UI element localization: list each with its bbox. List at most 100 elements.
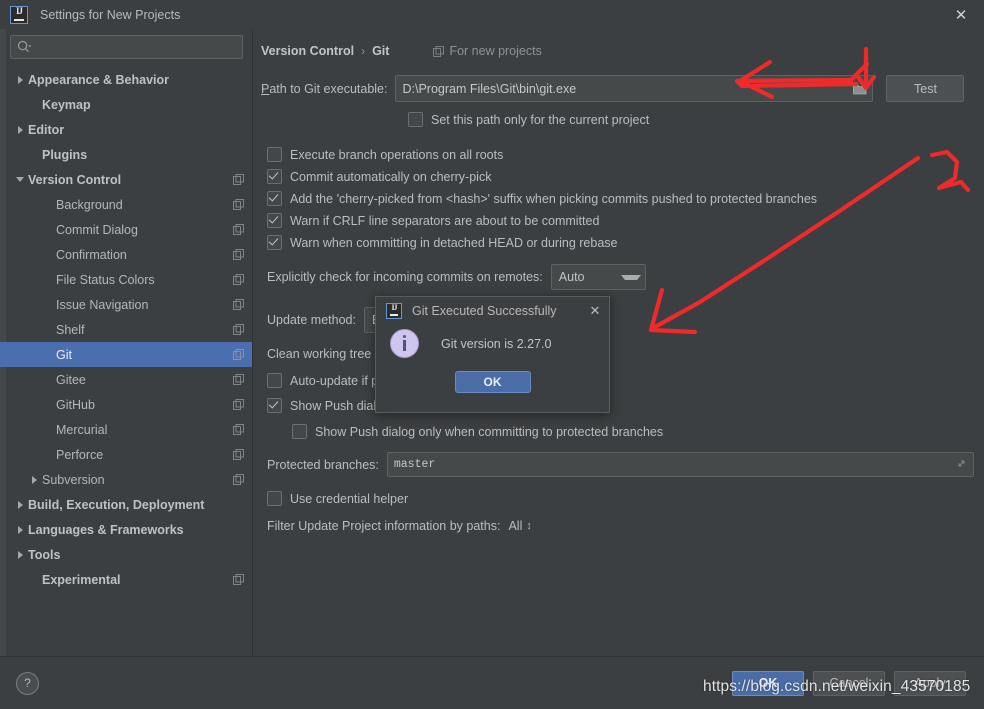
- filter-update-label: Filter Update Project information by pat…: [267, 519, 501, 533]
- sidebar-item-plugins[interactable]: Plugins: [0, 142, 252, 167]
- use-credential-helper-checkbox[interactable]: [267, 491, 282, 506]
- dialog-title: Git Executed Successfully: [412, 304, 557, 318]
- incoming-commits-row: Explicitly check for incoming commits on…: [261, 264, 974, 290]
- chevron-right-icon[interactable]: [12, 125, 28, 134]
- option-label: Execute branch operations on all roots: [290, 147, 504, 162]
- option-row[interactable]: Execute branch operations on all roots: [267, 144, 974, 165]
- dialog-titlebar: Git Executed Successfully ✕: [376, 297, 609, 325]
- chevron-down-icon[interactable]: [12, 177, 28, 182]
- sidebar-item-github[interactable]: GitHub: [0, 392, 252, 417]
- dialog-close-icon[interactable]: ✕: [585, 301, 605, 321]
- copy-icon[interactable]: [233, 349, 244, 360]
- sidebar-item-commit-dialog[interactable]: Commit Dialog: [0, 217, 252, 242]
- sidebar-item-label: Issue Navigation: [56, 297, 149, 312]
- copy-icon[interactable]: [233, 199, 244, 210]
- sidebar-item-label: Confirmation: [56, 247, 127, 262]
- show-push-protected-checkbox[interactable]: [292, 424, 307, 439]
- help-button[interactable]: ?: [16, 671, 39, 695]
- incoming-commits-select[interactable]: Auto: [550, 264, 646, 290]
- sidebar-item-build-execution-deployment[interactable]: Build, Execution, Deployment: [0, 492, 252, 517]
- sidebar-item-label: Version Control: [28, 172, 122, 187]
- option-checkbox[interactable]: [267, 147, 282, 162]
- breadcrumb-parent[interactable]: Version Control: [261, 44, 354, 58]
- search-input[interactable]: [32, 36, 236, 58]
- sidebar-item-gitee[interactable]: Gitee: [0, 367, 252, 392]
- option-row[interactable]: Add the 'cherry-picked from <hash>' suff…: [267, 188, 974, 209]
- footer-cancel-button[interactable]: Cancel: [813, 670, 885, 696]
- use-credential-helper-label: Use credential helper: [290, 491, 409, 506]
- sidebar-item-tools[interactable]: Tools: [0, 542, 252, 567]
- option-row[interactable]: Warn when committing in detached HEAD or…: [267, 232, 974, 253]
- chevron-right-icon[interactable]: [12, 500, 28, 509]
- sidebar-item-label: Subversion: [42, 472, 105, 487]
- option-checkbox[interactable]: [267, 169, 282, 184]
- clean-working-tree-label: Clean working tree: [267, 347, 372, 361]
- option-checkbox[interactable]: [267, 191, 282, 206]
- option-row[interactable]: Commit automatically on cherry-pick: [267, 166, 974, 187]
- auto-update-checkbox[interactable]: [267, 373, 282, 388]
- show-push-dialog-label: Show Push dialo: [290, 398, 384, 413]
- intellij-idea-logo-icon: [10, 5, 28, 24]
- sidebar-item-experimental[interactable]: Experimental: [0, 567, 252, 592]
- sidebar-item-issue-navigation[interactable]: Issue Navigation: [0, 292, 252, 317]
- copy-icon[interactable]: [233, 374, 244, 385]
- dialog-ok-button[interactable]: OK: [454, 371, 531, 393]
- sidebar-item-label: Mercurial: [56, 422, 108, 437]
- protected-branches-value: master: [393, 458, 436, 471]
- chevron-right-icon[interactable]: [26, 475, 42, 484]
- option-row[interactable]: Warn if CRLF line separators are about t…: [267, 210, 974, 231]
- sidebar-item-mercurial[interactable]: Mercurial: [0, 417, 252, 442]
- show-push-dialog-row[interactable]: Show Push dialo: [261, 395, 974, 416]
- test-button[interactable]: Test: [886, 75, 965, 102]
- option-label: Warn when committing in detached HEAD or…: [290, 235, 618, 250]
- option-checkbox[interactable]: [267, 213, 282, 228]
- expand-icon[interactable]: [955, 457, 968, 470]
- show-push-protected-row[interactable]: Show Push dialog only when committing to…: [261, 421, 974, 442]
- copy-icon[interactable]: [233, 399, 244, 410]
- copy-icon[interactable]: [233, 274, 244, 285]
- folder-open-icon[interactable]: [849, 77, 872, 100]
- copy-icon[interactable]: [233, 449, 244, 460]
- search-box[interactable]: [10, 35, 243, 59]
- footer-ok-button[interactable]: OK: [732, 670, 804, 696]
- breadcrumb-separator: ›: [361, 44, 366, 58]
- copy-icon[interactable]: [233, 424, 244, 435]
- copy-icon[interactable]: [233, 174, 244, 185]
- sidebar-item-keymap[interactable]: Keymap: [0, 92, 252, 117]
- sidebar-item-appearance-behavior[interactable]: Appearance & Behavior: [0, 67, 252, 92]
- sidebar-item-label: GitHub: [56, 397, 95, 412]
- close-icon[interactable]: ✕: [938, 0, 984, 29]
- protected-branches-label: Protected branches:: [267, 457, 379, 472]
- copy-icon[interactable]: [233, 574, 244, 585]
- copy-icon[interactable]: [233, 224, 244, 235]
- sidebar-item-file-status-colors[interactable]: File Status Colors: [0, 267, 252, 292]
- spinner-updown-icon[interactable]: ↕: [526, 520, 532, 532]
- copy-icon[interactable]: [233, 249, 244, 260]
- chevron-right-icon[interactable]: [12, 550, 28, 559]
- sidebar-item-confirmation[interactable]: Confirmation: [0, 242, 252, 267]
- auto-update-row[interactable]: Auto-update if p: [261, 370, 974, 391]
- copy-icon[interactable]: [233, 324, 244, 335]
- filter-update-value[interactable]: All: [508, 519, 522, 533]
- sidebar-item-editor[interactable]: Editor: [0, 117, 252, 142]
- sidebar-item-git[interactable]: Git: [0, 342, 252, 367]
- copy-icon[interactable]: [233, 474, 244, 485]
- sidebar-item-languages-frameworks[interactable]: Languages & Frameworks: [0, 517, 252, 542]
- sidebar-item-shelf[interactable]: Shelf: [0, 317, 252, 342]
- protected-branches-field[interactable]: master: [386, 452, 974, 477]
- git-executable-field[interactable]: D:\Program Files\Git\bin\git.exe: [395, 75, 874, 102]
- chevron-right-icon[interactable]: [12, 75, 28, 84]
- chevron-right-icon[interactable]: [12, 525, 28, 534]
- show-push-dialog-checkbox[interactable]: [267, 398, 282, 413]
- sidebar-item-subversion[interactable]: Subversion: [0, 467, 252, 492]
- sidebar-item-perforce[interactable]: Perforce: [0, 442, 252, 467]
- sidebar-item-background[interactable]: Background: [0, 192, 252, 217]
- git-options-list: Execute branch operations on all roots Co…: [261, 144, 974, 253]
- use-credential-helper-row[interactable]: Use credential helper: [261, 488, 974, 509]
- footer-apply-button[interactable]: Apply: [894, 670, 966, 696]
- sidebar-item-version-control[interactable]: Version Control: [0, 167, 252, 192]
- option-checkbox[interactable]: [267, 235, 282, 250]
- set-path-current-project-checkbox[interactable]: [408, 112, 423, 127]
- copy-icon[interactable]: [233, 299, 244, 310]
- set-path-current-project-row[interactable]: Set this path only for the current proje…: [261, 109, 974, 130]
